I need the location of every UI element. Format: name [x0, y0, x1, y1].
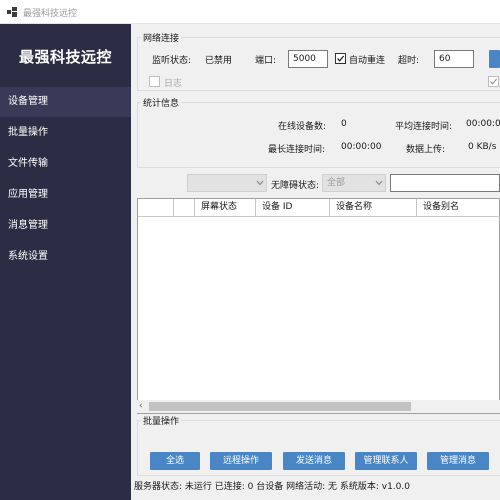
timeout-input[interactable]: 60 — [434, 50, 474, 68]
stats-group-title: 统计信息 — [141, 96, 182, 109]
checkmark-icon — [337, 55, 345, 62]
table-header-index[interactable] — [174, 199, 195, 217]
table-header-device-id[interactable]: 设备 ID — [256, 199, 330, 217]
network-group-title: 网络连接 — [141, 31, 182, 44]
brand-title: 最强科技远控 — [18, 48, 112, 66]
auto-reconnect-checkbox[interactable] — [335, 53, 346, 64]
stats-group — [137, 102, 500, 168]
table-header-screen-status[interactable]: 屏幕状态 — [195, 199, 256, 217]
online-devices-value: 0 — [341, 119, 347, 129]
chevron-down-icon — [375, 180, 383, 186]
scrollbar-thumb[interactable] — [149, 402, 411, 411]
sidebar-item-device-management[interactable]: 设备管理 — [0, 87, 131, 117]
select-all-button[interactable]: 全选 — [150, 452, 200, 470]
listen-status-label: 监听状态: — [152, 56, 192, 66]
max-conn-time-value: 00:00:00 — [341, 142, 382, 152]
listen-status-value: 已禁用 — [205, 56, 233, 66]
send-message-button[interactable]: 发送消息 — [283, 452, 345, 470]
sidebar-item-app-management[interactable]: 应用管理 — [0, 180, 131, 210]
port-label: 端口: — [255, 56, 277, 66]
search-input[interactable] — [390, 174, 500, 192]
app-window: 最强科技远控 最强科技远控 设备管理 批量操作 文件传输 应用管理 消息管理 系… — [0, 0, 500, 500]
scroll-left-icon[interactable]: ‹ — [139, 402, 143, 411]
log-checkbox[interactable] — [149, 76, 160, 87]
sidebar: 最强科技远控 设备管理 批量操作 文件传输 应用管理 消息管理 系统设置 — [0, 24, 131, 500]
auto-reconnect-label: 自动重连 — [349, 56, 386, 66]
sidebar-item-system-settings[interactable]: 系统设置 — [0, 242, 131, 272]
online-devices-label: 在线设备数: — [278, 122, 327, 132]
batch-group-title: 批量操作 — [141, 414, 182, 427]
timeout-label: 超时: — [398, 56, 420, 66]
sidebar-item-batch-operations[interactable]: 批量操作 — [0, 118, 131, 148]
app-icon — [7, 7, 17, 17]
upload-value: 0 KB/s — [468, 142, 497, 152]
table-header-device-alias[interactable]: 设备别名 — [417, 199, 500, 217]
manage-contacts-button[interactable]: 管理联系人 — [355, 452, 417, 470]
log-label: 日志 — [164, 79, 183, 89]
port-input[interactable]: 5000 — [288, 50, 328, 68]
avg-conn-time-label: 平均连接时间: — [395, 122, 453, 132]
start-listen-button[interactable] — [489, 50, 500, 68]
barrier-status-label: 无障碍状态: — [271, 181, 320, 191]
table-header-device-name[interactable]: 设备名称 — [330, 199, 417, 217]
device-table[interactable]: 屏幕状态 设备 ID 设备名称 设备别名 — [137, 198, 500, 414]
avg-conn-time-value: 00:00:00 — [466, 119, 500, 129]
title-bar: 最强科技远控 — [0, 0, 500, 24]
window-title: 最强科技远控 — [23, 9, 78, 19]
manage-messages-button[interactable]: 管理消息 — [427, 452, 489, 470]
sidebar-item-message-management[interactable]: 消息管理 — [0, 211, 131, 241]
sidebar-item-file-transfer[interactable]: 文件传输 — [0, 149, 131, 179]
table-header-select[interactable] — [138, 199, 174, 217]
horizontal-scrollbar[interactable]: ‹ — [137, 400, 500, 413]
remote-operation-button[interactable]: 远程操作 — [210, 452, 272, 470]
checkmark-icon — [490, 78, 498, 85]
status-bar: 服务器状态: 未运行 已连接: 0 台设备 网络活动: 无 系统版本: v1.0… — [131, 480, 500, 500]
upload-label: 数据上传: — [406, 145, 446, 155]
max-conn-time-label: 最长连接时间: — [268, 145, 326, 155]
chevron-down-icon — [256, 180, 264, 186]
device-filter-dropdown[interactable] — [187, 174, 267, 192]
option-checkbox[interactable] — [488, 76, 499, 87]
